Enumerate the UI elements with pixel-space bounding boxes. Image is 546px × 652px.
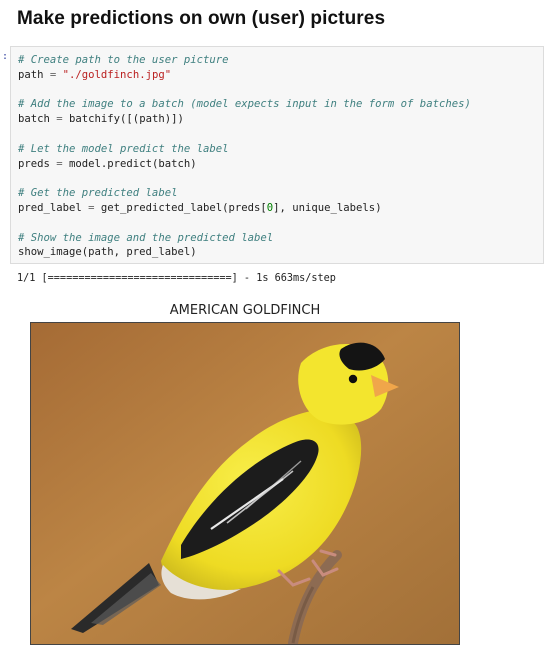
code-token: = [43,68,63,81]
code-line: # Let the model predict the label [18,142,471,157]
code-token: batchify([(path)]) [69,113,184,126]
code-line: # Get the predicted label [18,186,471,201]
code-token: pred_label [18,201,82,214]
code-comment: # Get the predicted label [18,187,178,200]
code-comment: # Add the image to a batch (model expect… [18,98,471,111]
section-heading: Make predictions on own (user) pictures [17,8,386,29]
goldfinch-image [30,322,460,645]
code-token: batch [18,113,50,126]
code-line: # Show the image and the predicted label [18,231,471,246]
code-editor[interactable]: # Create path to the user picture path = … [18,53,471,260]
code-token: model.predict(batch) [69,157,197,170]
code-cell[interactable]: # Create path to the user picture path = … [10,46,544,264]
code-comment: # Let the model predict the label [18,142,229,155]
code-line: # Create path to the user picture [18,53,471,68]
code-token: ], unique_labels) [273,201,382,214]
code-line: preds = model.predict(batch) [18,157,471,172]
cell-output-progress: 1/1 [==============================] - 1… [17,273,336,284]
plot-title: AMERICAN GOLDFINCH [169,303,321,318]
code-line: path = "./goldfinch.jpg" [18,68,471,83]
code-line: # Add the image to a batch (model expect… [18,97,471,112]
code-line: batch = batchify([(path)]) [18,112,471,127]
code-token: preds [18,157,50,170]
code-token: = [49,157,70,170]
code-token: path [18,68,44,81]
code-line: show_image(path, pred_label) [18,245,471,260]
cell-prompt: : [2,51,9,62]
code-token: = [49,113,70,126]
code-comment: # Create path to the user picture [18,54,229,66]
code-comment: # Show the image and the predicted label [18,231,274,244]
code-token: show_image(path, pred_label) [18,246,197,259]
code-token: = [81,201,101,214]
code-token: "./goldfinch.jpg" [62,68,172,81]
code-token: get_predicted_label(preds[ [100,201,267,214]
bird-eye [348,374,358,384]
code-line: pred_label = get_predicted_label(preds[0… [18,201,471,216]
